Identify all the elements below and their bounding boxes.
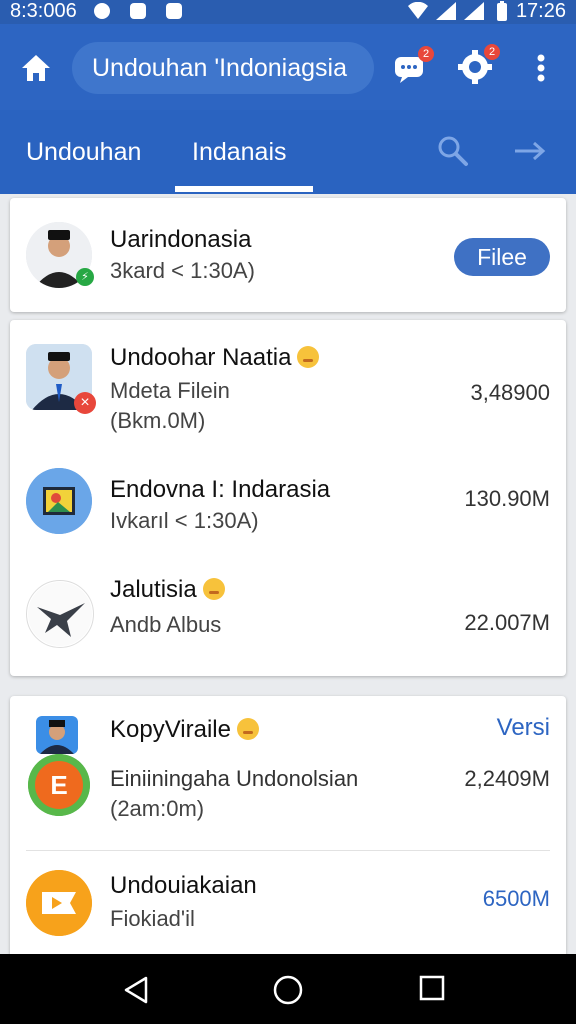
signal-icon-2 <box>464 1 484 21</box>
recents-button[interactable] <box>418 974 450 1006</box>
status-time-right: 17:26 <box>515 0 566 22</box>
list-item[interactable]: × Undoohar Naatia Mdeta Filein (Bkm.0M) … <box>10 320 566 452</box>
list-item[interactable]: KopyViraile Versi E Einiiningaha Undonol… <box>10 696 566 848</box>
arrow-right-icon <box>515 141 546 161</box>
check-icon <box>164 1 184 21</box>
settings-badge: 2 <box>484 44 500 60</box>
emoji-icon <box>297 346 320 368</box>
file-button[interactable]: Filee <box>454 238 550 276</box>
status-icons-right <box>408 1 512 21</box>
avatar-letter: E <box>50 770 68 800</box>
list-item[interactable]: Jalutisia Andb Albus 22.007M <box>10 556 566 666</box>
signal-icon <box>436 1 456 21</box>
list-card-2: KopyViraile Versi E Einiiningaha Undonol… <box>10 696 566 958</box>
profile-thumbnail <box>36 716 78 754</box>
gallery-icon <box>128 1 148 21</box>
item-title: Undouiakaian <box>110 872 257 899</box>
section-title: KopyViraile <box>110 716 259 744</box>
header-subtitle: 3kard < 1:30A) <box>110 258 255 283</box>
settings-button[interactable]: 2 <box>456 44 500 88</box>
wifi-icon <box>408 1 428 21</box>
app-thumbnail <box>26 468 92 534</box>
tab-indanais[interactable]: Indanais <box>192 138 287 167</box>
header-card: ⚡ Uarindonasia 3kard < 1:30A) Filee <box>10 198 566 312</box>
tab-undouhan[interactable]: Undouhan <box>26 138 141 167</box>
item-value: 130.90M <box>464 486 550 511</box>
app-icon <box>92 1 112 21</box>
item-line2: (Bkm.0M) <box>110 408 206 433</box>
status-icons-left <box>92 1 184 21</box>
item-title: Endovna I: Indarasia <box>110 476 331 503</box>
item-value: 22.007M <box>464 610 550 635</box>
search-text: Undouhan 'Indoniagsia <box>92 54 347 82</box>
item-value: 2,2409M <box>464 766 550 791</box>
search-button[interactable] <box>436 134 470 168</box>
messages-button[interactable]: 2 <box>392 46 434 88</box>
status-bar: 8:3:006 17:26 <box>0 0 576 24</box>
list-item[interactable]: Endovna I: Indarasia Ivkarıl < 1:30A) 13… <box>10 452 566 556</box>
item-line1: Mdeta Filein <box>110 378 230 403</box>
online-status-icon: ⚡ <box>76 268 94 286</box>
battery-icon <box>492 1 512 21</box>
item-line1: Andb Albus <box>110 612 222 637</box>
forward-button[interactable] <box>512 134 546 168</box>
app-bar: Undouhan 'Indoniagsia 2 2 <box>0 24 576 110</box>
home-nav-button[interactable] <box>272 974 304 1006</box>
version-link[interactable]: Versi <box>497 714 550 742</box>
item-title: Undoohar Naatia <box>110 344 320 372</box>
recents-square-icon <box>419 975 445 1001</box>
header-title: Uarindonasia <box>110 226 252 253</box>
back-triangle-icon <box>124 976 148 1004</box>
item-value: 6500M <box>482 886 550 911</box>
home-circle-icon <box>273 975 303 1005</box>
emoji-icon <box>202 578 225 600</box>
more-vert-icon <box>537 54 545 82</box>
divider <box>26 850 550 851</box>
active-tab-indicator <box>175 186 313 192</box>
item-value: 3,48900 <box>470 380 550 405</box>
search-icon <box>438 136 468 166</box>
overflow-menu-button[interactable] <box>524 48 558 88</box>
status-time-left: 8:3:006 <box>10 0 77 22</box>
item-line1: Ivkarıl < 1:30A) <box>110 508 259 533</box>
search-bar[interactable]: Undouhan 'Indoniagsia <box>72 42 374 94</box>
app-thumbnail: E <box>28 754 90 816</box>
system-nav-bar <box>0 954 576 1024</box>
remove-icon: × <box>74 392 96 414</box>
item-line1: (2am:0m) <box>110 796 205 821</box>
emoji-icon <box>236 718 259 740</box>
back-button[interactable] <box>120 974 152 1006</box>
list-item[interactable]: Undouiakaian Fiokiad'il 6500M <box>10 852 566 958</box>
item-line1: Fiokiad'il <box>110 906 195 931</box>
app-thumbnail <box>26 580 94 648</box>
home-button[interactable] <box>18 50 54 86</box>
messages-badge: 2 <box>418 46 434 62</box>
app-thumbnail <box>26 870 92 936</box>
item-title: Jalutisia <box>110 576 225 604</box>
home-icon <box>22 55 50 81</box>
item-title: Einiiningaha Undonolsian <box>110 766 359 791</box>
tab-bar: Undouhan Indanais <box>0 110 576 194</box>
list-card-1: × Undoohar Naatia Mdeta Filein (Bkm.0M) … <box>10 320 566 676</box>
